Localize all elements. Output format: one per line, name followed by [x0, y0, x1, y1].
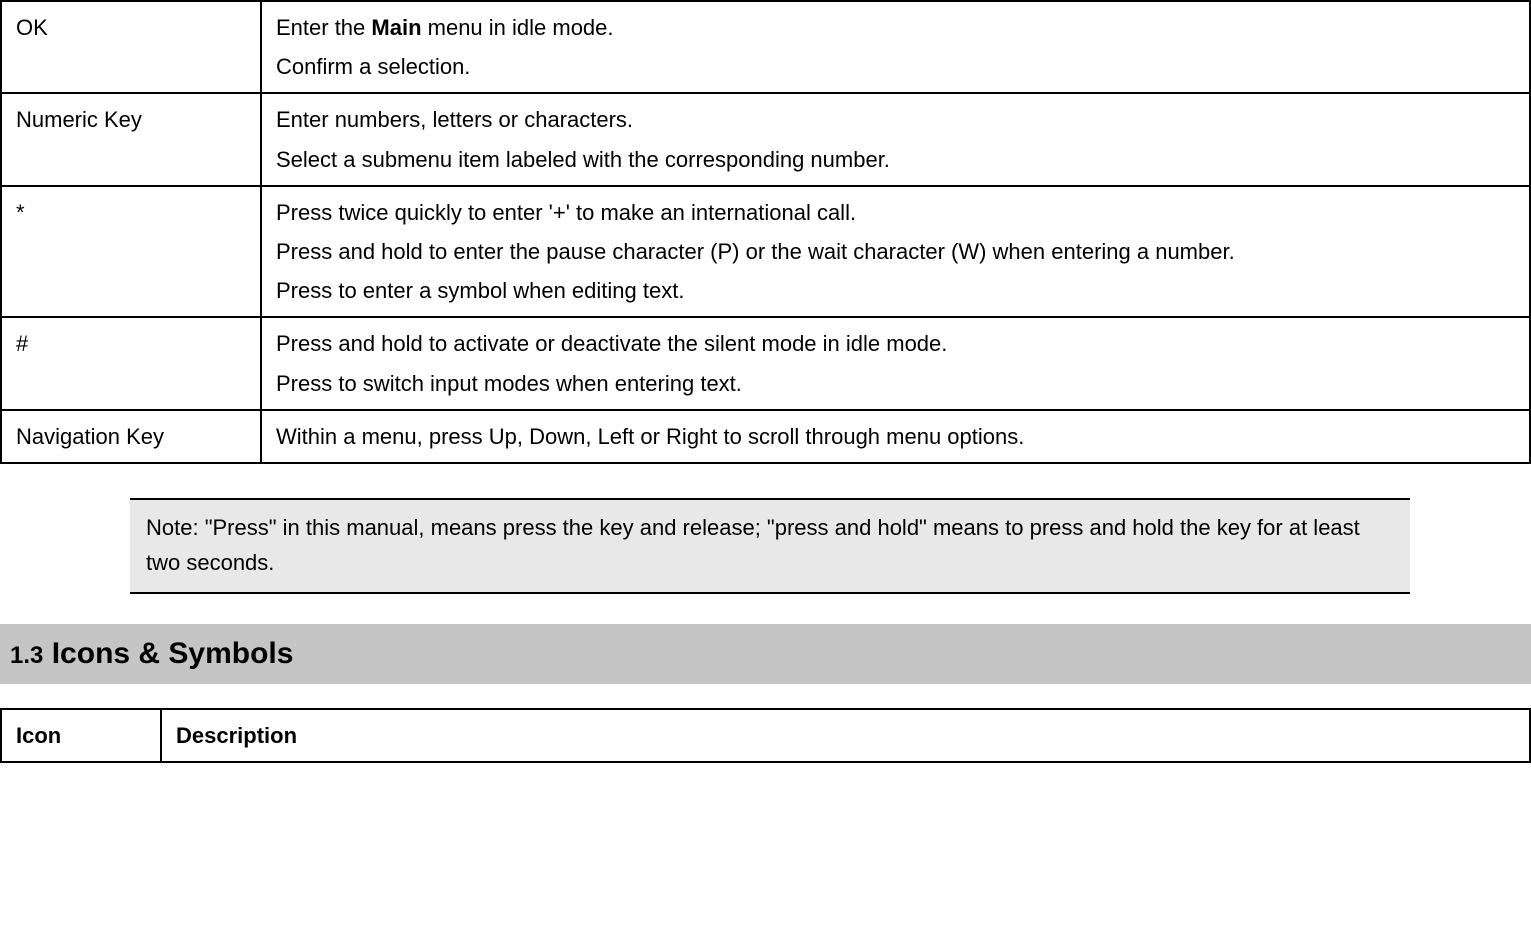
keys-table: OK Enter the Main menu in idle mode. Confi… [0, 0, 1531, 464]
icons-header-icon: Icon [1, 709, 161, 762]
description-line: Press to switch input modes when enterin… [276, 366, 1515, 401]
description-line: Press twice quickly to enter '+' to make… [276, 195, 1515, 230]
icons-header-row: Icon Description [1, 709, 1530, 762]
description-cell: Press and hold to activate or deactivate… [261, 317, 1530, 409]
key-cell: Numeric Key [1, 93, 261, 185]
description-line: Press and hold to enter the pause charac… [276, 234, 1515, 269]
icons-table: Icon Description [0, 708, 1531, 763]
table-row: # Press and hold to activate or deactivat… [1, 317, 1530, 409]
description-line: Within a menu, press Up, Down, Left or R… [276, 419, 1515, 454]
description-line: Select a submenu item labeled with the c… [276, 142, 1515, 177]
table-row: Navigation Key Within a menu, press Up, D… [1, 410, 1530, 463]
description-line: Enter numbers, letters or characters. [276, 102, 1515, 137]
bold-text: Main [371, 15, 421, 40]
description-line: Press to enter a symbol when editing tex… [276, 273, 1515, 308]
description-line: Enter the Main menu in idle mode. [276, 10, 1515, 45]
note-text: Note: "Press" in this manual, means pres… [146, 515, 1360, 575]
note-container: Note: "Press" in this manual, means pres… [130, 498, 1410, 594]
key-cell: # [1, 317, 261, 409]
section-title: Icons & Symbols [52, 637, 294, 670]
icons-header-description: Description [161, 709, 1530, 762]
description-cell: Enter numbers, letters or characters. Sel… [261, 93, 1530, 185]
table-row: * Press twice quickly to enter '+' to mak… [1, 186, 1530, 318]
description-line: Confirm a selection. [276, 49, 1515, 84]
note-box: Note: "Press" in this manual, means pres… [130, 498, 1410, 594]
key-cell: * [1, 186, 261, 318]
description-line: Press and hold to activate or deactivate… [276, 326, 1515, 361]
table-row: OK Enter the Main menu in idle mode. Confi… [1, 1, 1530, 93]
key-cell: Navigation Key [1, 410, 261, 463]
table-row: Numeric KeyEnter numbers, letters or cha… [1, 93, 1530, 185]
description-cell: Enter the Main menu in idle mode. Confirm… [261, 1, 1530, 93]
description-cell: Press twice quickly to enter '+' to make… [261, 186, 1530, 318]
key-cell: OK [1, 1, 261, 93]
section-number: 1.3 [10, 642, 43, 669]
section-heading: 1.3 Icons & Symbols [0, 624, 1531, 684]
description-cell: Within a menu, press Up, Down, Left or R… [261, 410, 1530, 463]
